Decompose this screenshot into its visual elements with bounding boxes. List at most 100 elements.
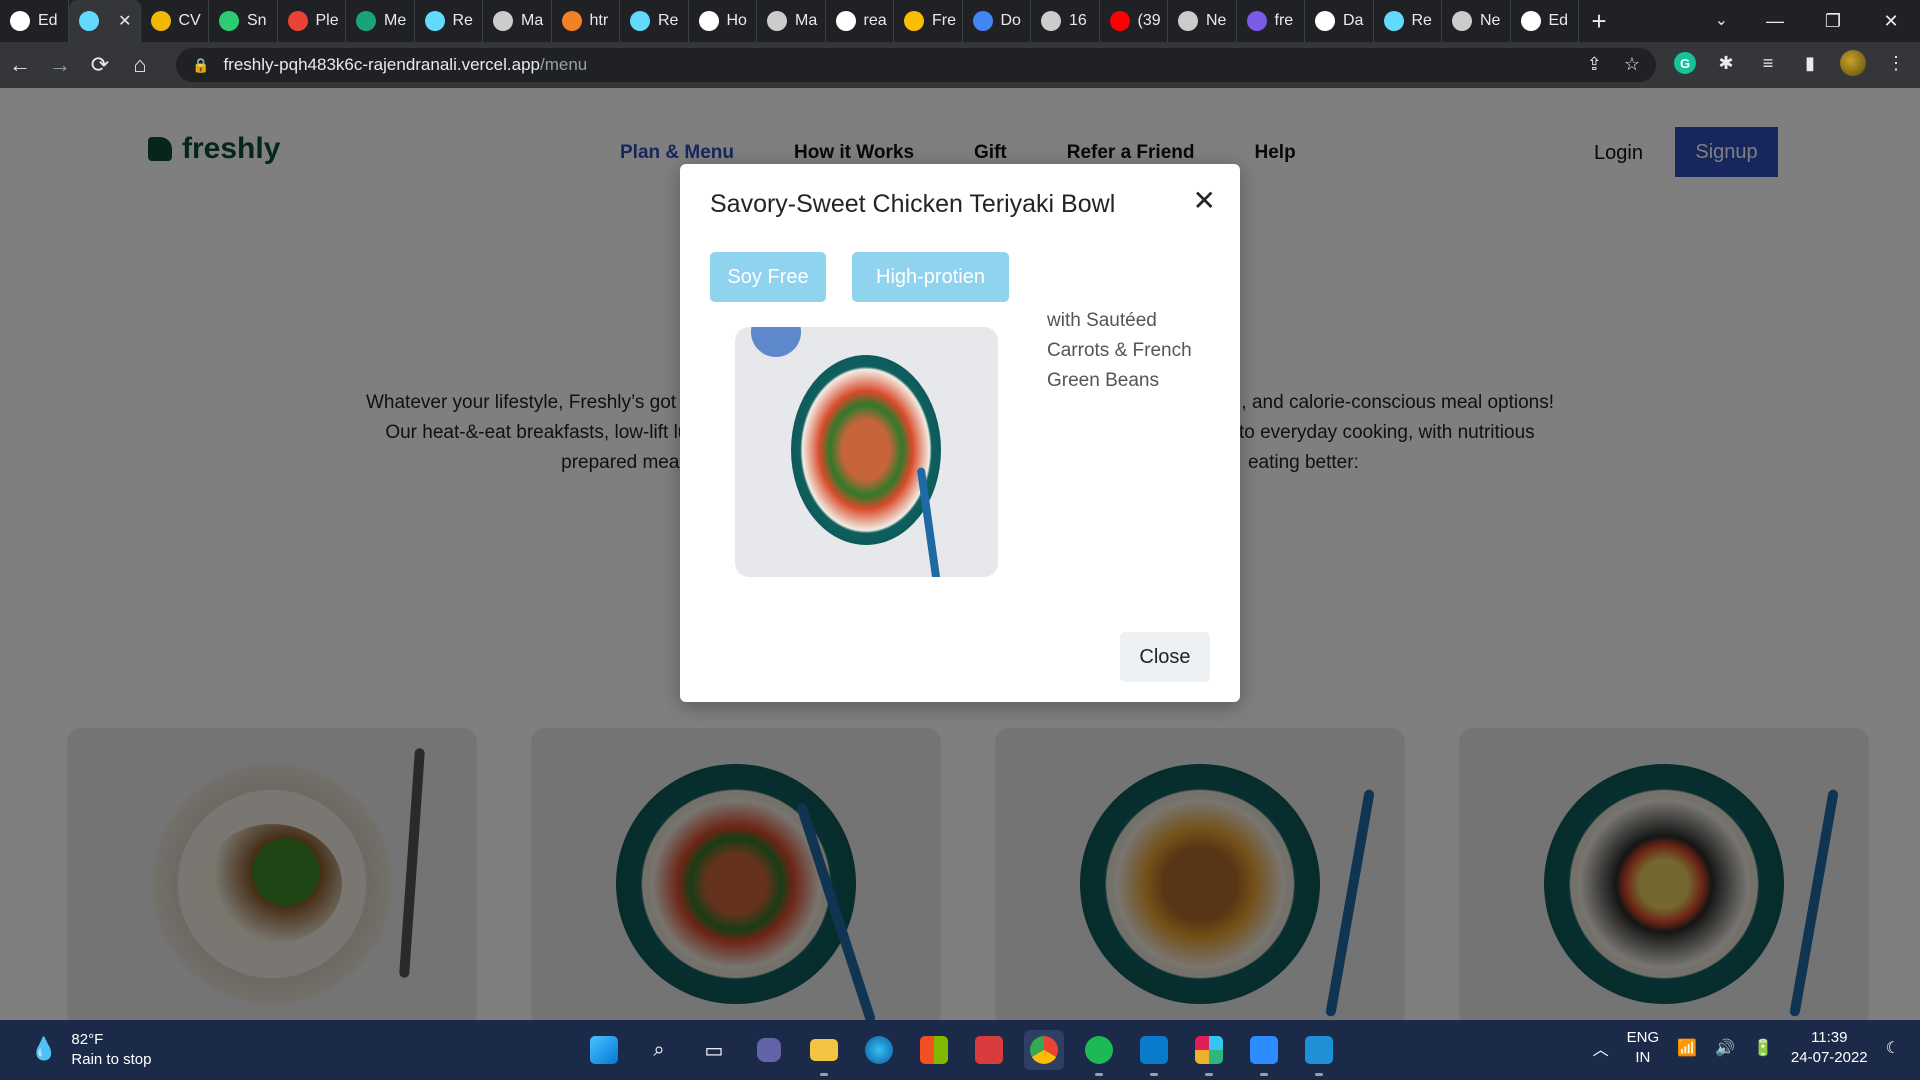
stack-icon xyxy=(561,11,582,31)
windows-start-icon[interactable] xyxy=(584,1030,624,1070)
notifications-icon[interactable]: ☾ xyxy=(1886,1038,1900,1058)
tag-soy-free[interactable]: Soy Free xyxy=(710,252,826,302)
browser-tab[interactable]: Ma xyxy=(483,0,552,42)
gift-app-icon[interactable] xyxy=(969,1030,1009,1070)
browser-tab[interactable]: Do xyxy=(963,0,1031,42)
language-code: ENG xyxy=(1626,1029,1660,1046)
taskbar-apps: ⌕ ▭ xyxy=(584,1030,1339,1076)
browser-tab[interactable]: Ple xyxy=(278,0,346,42)
home-icon[interactable]: ⌂ xyxy=(120,52,160,78)
browser-tab[interactable]: Re xyxy=(620,0,689,42)
browser-tab[interactable]: Fre xyxy=(894,0,963,42)
tab-search-icon[interactable]: ⌄ xyxy=(1715,10,1728,30)
browser-tab-label: Da xyxy=(1343,12,1364,29)
teams-chat-icon[interactable] xyxy=(749,1030,789,1070)
close-window-icon[interactable]: ✕ xyxy=(1862,11,1920,32)
browser-tab[interactable]: htr xyxy=(552,0,620,42)
volume-icon[interactable]: 🔊 xyxy=(1715,1038,1735,1058)
url-path: /menu xyxy=(540,55,588,74)
browser-tab[interactable]: rea xyxy=(826,0,894,42)
media-queue-icon[interactable]: ≡ xyxy=(1756,51,1780,75)
profile-avatar[interactable] xyxy=(1840,50,1866,76)
forward-icon[interactable]: → xyxy=(40,52,80,78)
region-code: IN xyxy=(1635,1049,1651,1066)
microsoft-store-icon[interactable] xyxy=(914,1030,954,1070)
browser-tab-label: Ne xyxy=(1206,12,1227,29)
battery-icon[interactable]: 🔋 xyxy=(1753,1038,1773,1058)
restore-icon[interactable]: ❐ xyxy=(1804,11,1862,32)
vscode-icon[interactable] xyxy=(1134,1030,1174,1076)
search-icon[interactable]: ⌕ xyxy=(639,1030,679,1070)
system-tray: ︿ ENG IN 📶 🔊 🔋 11:39 24-07-2022 ☾ xyxy=(1593,1028,1900,1068)
weather-temperature: 82°F xyxy=(71,1031,104,1048)
spotify-icon[interactable] xyxy=(1079,1030,1119,1076)
grammarly-extension-icon[interactable]: G xyxy=(1674,52,1696,74)
browser-tab-label: Ma xyxy=(521,12,544,29)
browser-tab[interactable]: Ma xyxy=(757,0,826,42)
close-icon[interactable]: ✕ xyxy=(1193,184,1216,217)
browser-tab[interactable]: Ed xyxy=(0,0,69,42)
task-view-icon[interactable]: ▭ xyxy=(694,1030,734,1070)
download-icon xyxy=(972,11,993,31)
clock[interactable]: 11:39 24-07-2022 xyxy=(1791,1028,1868,1068)
chevron-up-icon[interactable]: ︿ xyxy=(1593,1036,1609,1060)
rain-icon: 💧 xyxy=(30,1036,58,1061)
chrome-icon xyxy=(1452,11,1472,31)
browser-tab[interactable]: Ne xyxy=(1168,0,1237,42)
new-tab-button[interactable]: + xyxy=(1579,6,1619,37)
browser-tab[interactable]: Me xyxy=(346,0,415,42)
wifi-icon[interactable]: 📶 xyxy=(1677,1038,1697,1058)
browser-tab[interactable]: fre xyxy=(1237,0,1305,42)
close-button[interactable]: Close xyxy=(1120,632,1210,682)
github-icon xyxy=(1520,11,1541,31)
browser-tab[interactable]: Ho xyxy=(689,0,757,42)
reload-icon[interactable]: ⟳ xyxy=(80,52,120,78)
browser-tab[interactable]: Ne xyxy=(1442,0,1511,42)
browser-tab[interactable]: ✕ xyxy=(68,0,141,42)
browser-tab-label: Fre xyxy=(932,12,956,29)
minimize-icon[interactable]: — xyxy=(1746,11,1804,32)
language-indicator[interactable]: ENG IN xyxy=(1627,1028,1660,1068)
chrome-taskbar-icon[interactable] xyxy=(1024,1030,1064,1070)
vercel-icon xyxy=(1041,11,1061,31)
snip-icon xyxy=(219,11,239,31)
browser-tab-label: 16 xyxy=(1069,12,1087,29)
browser-tab[interactable]: Ed xyxy=(1511,0,1579,42)
browser-tab-label: rea xyxy=(863,12,887,29)
react-icon xyxy=(1383,11,1404,31)
media-player-icon[interactable] xyxy=(1299,1030,1339,1076)
share-icon[interactable]: ⇪ xyxy=(1587,54,1602,75)
browser-tab-label: Ne xyxy=(1480,12,1501,29)
side-panel-icon[interactable]: ▮ xyxy=(1798,51,1822,75)
browser-tab[interactable]: Re xyxy=(1374,0,1442,42)
address-bar[interactable]: 🔒 freshly-pqh483k6c-rajendranali.vercel.… xyxy=(176,48,1656,82)
browser-tab[interactable]: (39 xyxy=(1100,0,1168,42)
weather-condition: Rain to stop xyxy=(71,1051,152,1068)
weather-widget[interactable]: 💧 82°F Rain to stop xyxy=(30,1030,151,1070)
react-icon xyxy=(78,11,99,31)
browser-tab[interactable]: Re xyxy=(415,0,483,42)
chrome-menu-icon[interactable]: ⋮ xyxy=(1884,51,1908,75)
browser-tab[interactable]: CV xyxy=(141,0,209,42)
browser-tab-label: Re xyxy=(1411,12,1432,29)
browser-tab-label: Do xyxy=(1000,12,1021,29)
extensions-puzzle-icon[interactable]: ✱ xyxy=(1714,51,1738,75)
browser-tab[interactable]: Sn xyxy=(209,0,278,42)
browser-tab-label: Ho xyxy=(726,12,747,29)
edge-icon[interactable] xyxy=(859,1030,899,1070)
browser-tab-label: Ed xyxy=(1548,12,1569,29)
back-icon[interactable]: ← xyxy=(0,52,40,78)
clock-time: 11:39 xyxy=(1811,1029,1848,1046)
tab-close-icon[interactable]: ✕ xyxy=(118,11,131,31)
file-explorer-icon[interactable] xyxy=(804,1030,844,1076)
tag-high-protein[interactable]: High-protien xyxy=(852,252,1009,302)
zoom-icon[interactable] xyxy=(1244,1030,1284,1076)
browser-toolbar: ← → ⟳ ⌂ 🔒 freshly-pqh483k6c-rajendranali… xyxy=(0,42,1920,88)
meet-icon xyxy=(698,11,719,31)
browser-tab[interactable]: Da xyxy=(1305,0,1374,42)
bookmark-star-icon[interactable]: ☆ xyxy=(1624,54,1640,75)
browser-tabstrip: Ed ✕ CV Sn Ple Me Re Ma htr Re Ho Ma rea Fre Do 16 (39 Ne… xyxy=(0,0,1920,42)
browser-tab[interactable]: 16 xyxy=(1031,0,1100,42)
slack-icon[interactable] xyxy=(1189,1030,1229,1076)
drive-icon xyxy=(904,11,924,31)
